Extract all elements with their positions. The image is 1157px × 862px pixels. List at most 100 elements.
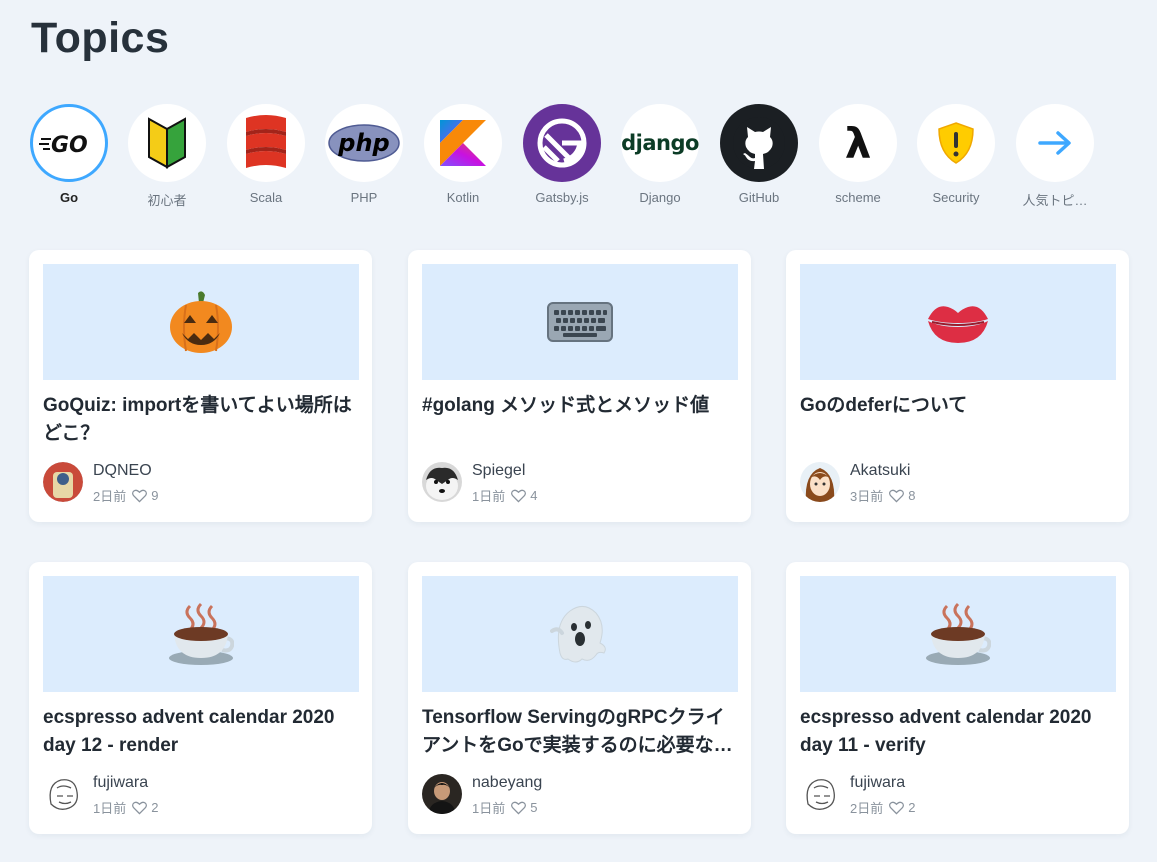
article-thumbnail xyxy=(800,264,1116,380)
topic-label: 初心者 xyxy=(147,193,187,208)
gatsby-logo-icon xyxy=(523,104,601,182)
article-thumbnail xyxy=(422,264,738,380)
arrow-right-icon xyxy=(1016,104,1094,182)
topic-gatsby[interactable]: Gatsby.js xyxy=(522,104,602,205)
topic-label: Security xyxy=(932,190,980,205)
likes: 8 xyxy=(889,488,915,503)
author-name[interactable]: Akatsuki xyxy=(850,462,910,480)
topic-scala[interactable]: Scala xyxy=(226,104,306,205)
article-card[interactable]: ecspresso advent calendar 2020 day 12 - … xyxy=(29,562,372,834)
likes: 4 xyxy=(511,488,537,503)
topic-scheme[interactable]: λ scheme xyxy=(818,104,898,205)
topic-label: Go xyxy=(59,190,79,205)
ghost-emoji-icon xyxy=(550,606,606,663)
topics-page: Topics GO Go 初心者 Scala php PHP Kotlin Ga… xyxy=(0,0,1157,862)
published-time: 3日前 xyxy=(850,489,884,504)
article-card[interactable]: Tensorflow ServingのgRPCクライアントをGoで実装するのに必… xyxy=(408,562,751,834)
topic-label: Kotlin xyxy=(446,190,480,205)
author-avatar[interactable] xyxy=(800,462,840,502)
kotlin-logo-icon xyxy=(424,104,502,182)
likes: 2 xyxy=(132,800,158,815)
author-name[interactable]: DQNEO xyxy=(93,462,152,480)
article-meta: 1日前 2 xyxy=(93,798,158,817)
author-name[interactable]: nabeyang xyxy=(472,774,542,792)
heart-icon xyxy=(132,801,148,815)
article-title[interactable]: Goのdeferについて xyxy=(800,392,1118,450)
warning-shield-icon xyxy=(917,104,995,182)
article-title[interactable]: ecspresso advent calendar 2020 day 11 - … xyxy=(800,704,1118,762)
topic-beginner[interactable]: 初心者 xyxy=(127,104,207,209)
like-count: 8 xyxy=(908,488,916,503)
author-name[interactable]: Spiegel xyxy=(472,462,525,480)
topic-label: GitHub xyxy=(738,190,780,205)
published-time: 2日前 xyxy=(850,801,884,816)
published-time: 1日前 xyxy=(93,801,127,816)
author-avatar[interactable] xyxy=(43,462,83,502)
hot-coffee-emoji-icon xyxy=(169,602,234,665)
topic-label: scheme xyxy=(835,190,881,205)
heart-icon xyxy=(889,489,905,503)
php-logo-icon: php xyxy=(325,104,403,182)
topic-list: GO Go 初心者 Scala php PHP Kotlin Gatsby.js… xyxy=(29,104,1129,214)
article-thumbnail xyxy=(43,264,359,380)
article-meta: 2日前 2 xyxy=(850,798,915,817)
topic-label: Django xyxy=(639,190,681,205)
published-time: 2日前 xyxy=(93,489,127,504)
like-count: 5 xyxy=(530,800,538,815)
heart-icon xyxy=(511,489,527,503)
article-card[interactable]: GoQuiz: importを書いてよい場所はどこ？ DQNEO 2日前 9 xyxy=(29,250,372,522)
topic-label: Scala xyxy=(249,190,283,205)
article-card[interactable]: Goのdeferについて Akatsuki 3日前 8 xyxy=(786,250,1129,522)
like-count: 2 xyxy=(908,800,916,815)
heart-icon xyxy=(511,801,527,815)
topic-label: Gatsby.js xyxy=(535,190,589,205)
pumpkin-emoji-icon xyxy=(170,291,232,353)
topic-kotlin[interactable]: Kotlin xyxy=(423,104,503,205)
likes: 2 xyxy=(889,800,915,815)
lambda-icon: λ xyxy=(819,104,897,182)
topic-django[interactable]: django Django xyxy=(620,104,700,205)
topic-github[interactable]: GitHub xyxy=(719,104,799,205)
like-count: 9 xyxy=(151,488,159,503)
author-avatar[interactable] xyxy=(43,774,83,814)
article-meta: 2日前 9 xyxy=(93,486,158,505)
svg-text:GO: GO xyxy=(51,133,88,158)
topic-php[interactable]: php PHP xyxy=(324,104,404,205)
page-title: Topics xyxy=(31,14,170,62)
author-name[interactable]: fujiwara xyxy=(93,774,148,792)
hot-coffee-emoji-icon xyxy=(926,602,991,665)
published-time: 1日前 xyxy=(472,801,506,816)
scala-logo-icon xyxy=(227,104,305,182)
topic-popular-more[interactable]: 人気トピ… xyxy=(1015,104,1095,209)
likes: 9 xyxy=(132,488,158,503)
heart-icon xyxy=(132,489,148,503)
heart-icon xyxy=(889,801,905,815)
keyboard-emoji-icon xyxy=(547,302,613,342)
topic-go[interactable]: GO Go xyxy=(29,104,109,205)
article-thumbnail xyxy=(43,576,359,692)
author-avatar[interactable] xyxy=(800,774,840,814)
beginner-mark-icon xyxy=(128,104,206,182)
article-title[interactable]: #golang メソッド式とメソッド値 xyxy=(422,392,740,450)
like-count: 4 xyxy=(530,488,538,503)
article-title[interactable]: Tensorflow ServingのgRPCクライアントをGoで実装するのに必… xyxy=(422,704,740,762)
like-count: 2 xyxy=(151,800,159,815)
article-card[interactable]: ecspresso advent calendar 2020 day 11 - … xyxy=(786,562,1129,834)
topic-label: PHP xyxy=(350,190,378,205)
author-name[interactable]: fujiwara xyxy=(850,774,905,792)
article-title[interactable]: ecspresso advent calendar 2020 day 12 - … xyxy=(43,704,361,762)
article-meta: 1日前 4 xyxy=(472,486,537,505)
article-thumbnail xyxy=(422,576,738,692)
article-meta: 1日前 5 xyxy=(472,798,537,817)
article-title[interactable]: GoQuiz: importを書いてよい場所はどこ？ xyxy=(43,392,361,450)
article-card[interactable]: #golang メソッド式とメソッド値 Spiegel 1日前 4 xyxy=(408,250,751,522)
author-avatar[interactable] xyxy=(422,774,462,814)
svg-text:php: php xyxy=(337,129,389,157)
topic-label: 人気トピ… xyxy=(1022,193,1088,208)
go-logo-icon: GO xyxy=(30,104,108,182)
article-thumbnail xyxy=(800,576,1116,692)
author-avatar[interactable] xyxy=(422,462,462,502)
published-time: 1日前 xyxy=(472,489,506,504)
kiss-mark-emoji-icon xyxy=(928,306,988,343)
topic-security[interactable]: Security xyxy=(916,104,996,205)
